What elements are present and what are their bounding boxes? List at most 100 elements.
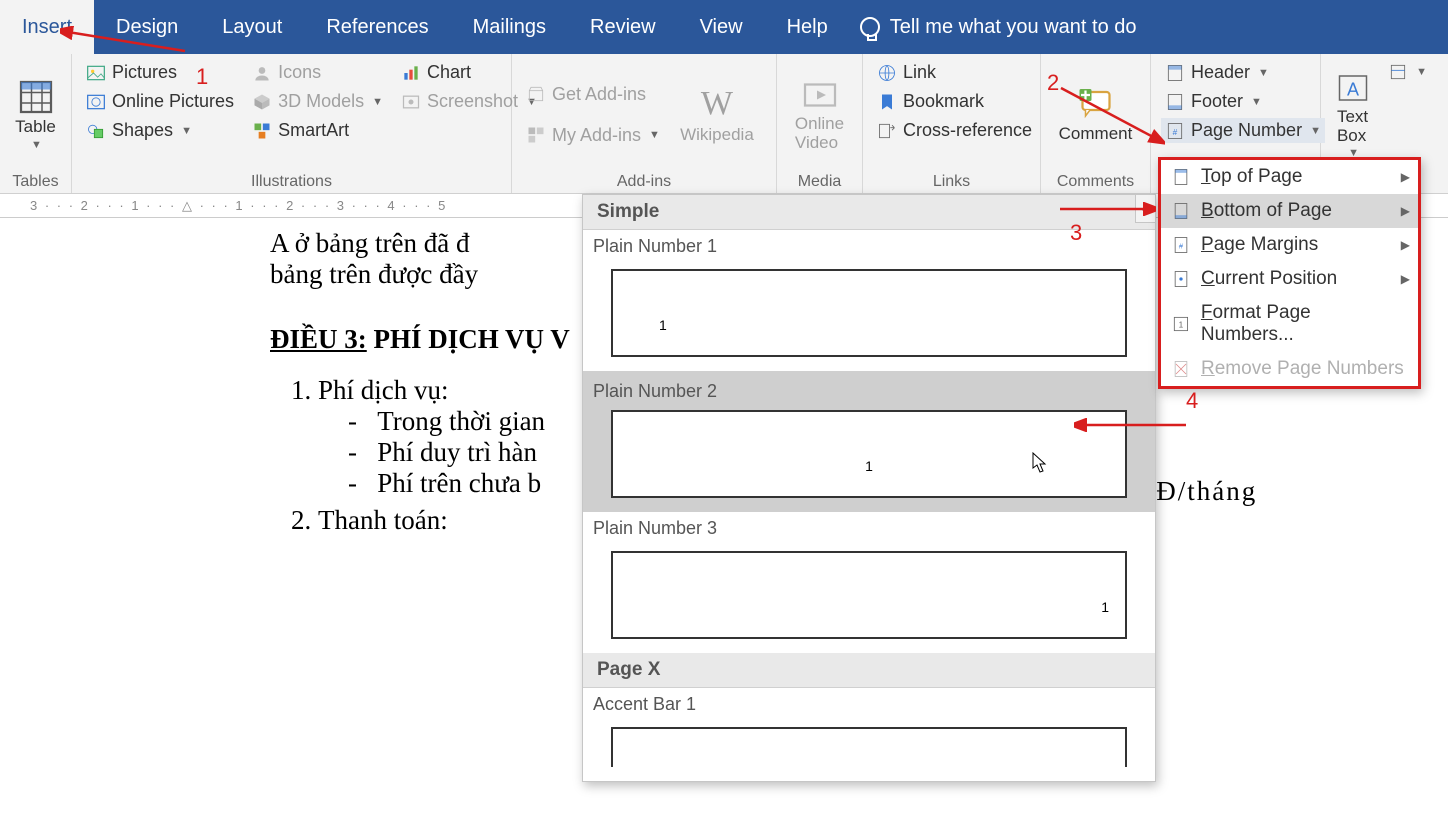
tab-help[interactable]: Help	[765, 0, 850, 54]
3d-models-button[interactable]: 3D Models▼	[248, 89, 387, 114]
wikipedia-button[interactable]: W Wikipedia	[674, 60, 760, 169]
menu-label: ottom of Page	[1214, 200, 1332, 221]
bookmark-label: Bookmark	[903, 91, 984, 112]
online-pictures-button[interactable]: Online Pictures	[82, 89, 238, 114]
footer-button[interactable]: Footer▼	[1161, 89, 1325, 114]
gallery-item-plain2[interactable]: Plain Number 2 1	[583, 371, 1155, 512]
tab-review[interactable]: Review	[568, 0, 678, 54]
annotation-arrow-3	[1056, 202, 1156, 216]
smartart-icon	[252, 121, 272, 141]
icons-icon	[252, 63, 272, 83]
cube-icon	[252, 92, 272, 112]
crossref-button[interactable]: Cross-reference	[873, 118, 1036, 143]
tab-references[interactable]: References	[304, 0, 450, 54]
format-numbers-icon: 1	[1171, 314, 1191, 334]
annotation-arrow-4	[1074, 418, 1194, 432]
chevron-right-icon: ▶	[1401, 204, 1410, 218]
tab-layout[interactable]: Layout	[200, 0, 304, 54]
page-number-gallery: ▲ Simple Plain Number 1 1 Plain Number 2…	[582, 194, 1156, 782]
pictures-button[interactable]: Pictures	[82, 60, 238, 85]
crossref-label: Cross-reference	[903, 120, 1032, 141]
menu-label: ormat Page Numbers...	[1201, 302, 1311, 345]
icons-label: Icons	[278, 62, 321, 83]
table-icon	[18, 79, 54, 115]
chevron-down-icon: ▼	[31, 139, 42, 151]
online-video-label: Online Video	[795, 115, 844, 152]
svg-text:#: #	[1173, 127, 1178, 137]
svg-text:1: 1	[1179, 319, 1184, 329]
screenshot-label: Screenshot	[427, 91, 518, 112]
tell-me-label: Tell me what you want to do	[890, 16, 1137, 39]
header-icon	[1165, 63, 1185, 83]
doc-line: Trong thời gian	[377, 406, 545, 436]
page-number-button[interactable]: # Page Number▼	[1161, 118, 1325, 143]
doc-line: Phí duy trì hàn	[377, 437, 537, 467]
table-button[interactable]: Table ▼	[10, 60, 61, 169]
chevron-down-icon: ▼	[1416, 66, 1427, 78]
gallery-item-label: Accent Bar 1	[583, 688, 1155, 719]
bookmark-icon	[877, 92, 897, 112]
chevron-down-icon: ▼	[372, 96, 383, 108]
ribbon-tabs: Insert Design Layout References Mailings…	[0, 0, 1448, 54]
menu-top-of-page[interactable]: Top of Page ▶	[1161, 160, 1418, 194]
group-links-label: Links	[873, 169, 1030, 191]
tab-mailings[interactable]: Mailings	[451, 0, 568, 54]
get-addins-button[interactable]: Get Add-ins	[522, 82, 664, 107]
remove-numbers-icon	[1171, 359, 1191, 379]
header-button[interactable]: Header▼	[1161, 60, 1325, 85]
crossref-icon	[877, 121, 897, 141]
current-position-icon	[1171, 269, 1191, 289]
chevron-right-icon: ▶	[1401, 238, 1410, 252]
mouse-cursor-icon	[1032, 452, 1048, 474]
icons-button[interactable]: Icons	[248, 60, 387, 85]
store-icon	[526, 84, 546, 104]
tab-view[interactable]: View	[678, 0, 765, 54]
menu-format-page-numbers[interactable]: 1 Format Page Numbers...	[1161, 296, 1418, 352]
footer-icon	[1165, 92, 1185, 112]
smartart-button[interactable]: SmartArt	[248, 118, 387, 143]
group-media-label: Media	[787, 169, 852, 191]
gallery-item-plain1[interactable]: 1	[583, 261, 1155, 371]
chevron-down-icon: ▼	[649, 129, 660, 141]
annotation-arrow-1	[60, 26, 190, 56]
menu-remove-page-numbers: Remove Page Numbers	[1161, 352, 1418, 386]
screenshot-icon	[401, 92, 421, 112]
annotation-number-2: 2	[1047, 70, 1059, 96]
quickparts-button[interactable]: ▼	[1384, 60, 1431, 84]
doc-list-item: Phí dịch vụ:	[318, 375, 449, 405]
chart-icon	[401, 63, 421, 83]
shapes-button[interactable]: Shapes▼	[82, 118, 238, 143]
textbox-button[interactable]: A Text Box▼	[1331, 60, 1374, 169]
group-media: Online Video Media	[777, 54, 863, 193]
chevron-down-icon: ▼	[1310, 125, 1321, 137]
link-label: Link	[903, 62, 936, 83]
chevron-right-icon: ▶	[1401, 272, 1410, 286]
group-comments-label: Comments	[1051, 169, 1140, 191]
video-icon	[802, 77, 838, 113]
online-video-button[interactable]: Online Video	[787, 60, 852, 169]
page-number-menu: Top of Page ▶ Bottom of Page ▶ # Page Ma…	[1158, 157, 1421, 389]
footer-label: Footer	[1191, 91, 1243, 112]
bookmark-button[interactable]: Bookmark	[873, 89, 1036, 114]
menu-bottom-of-page[interactable]: Bottom of Page ▶	[1161, 194, 1418, 228]
menu-label: op of Page	[1211, 166, 1303, 187]
svg-text:#: #	[1179, 241, 1184, 250]
wikipedia-icon: W	[701, 85, 733, 123]
annotation-number-4: 4	[1186, 388, 1198, 414]
page-margins-icon: #	[1171, 235, 1191, 255]
my-addins-label: My Add-ins	[552, 125, 641, 146]
tell-me-search[interactable]: Tell me what you want to do	[850, 0, 1159, 54]
menu-current-position[interactable]: Current Position ▶	[1161, 262, 1418, 296]
group-addins-label: Add-ins	[522, 169, 766, 191]
annotation-number-1: 1	[196, 64, 208, 90]
textbox-icon: A	[1335, 70, 1371, 106]
group-tables-label: Tables	[10, 169, 61, 191]
group-links: Link Bookmark Cross-reference Links	[863, 54, 1041, 193]
gallery-item-accent1[interactable]	[583, 719, 1155, 781]
online-pictures-label: Online Pictures	[112, 91, 234, 112]
menu-label: age Margins	[1214, 234, 1319, 255]
gallery-item-plain3[interactable]: 1	[583, 543, 1155, 653]
link-button[interactable]: Link	[873, 60, 1036, 85]
menu-page-margins[interactable]: # Page Margins ▶	[1161, 228, 1418, 262]
my-addins-button[interactable]: My Add-ins ▼	[522, 123, 664, 148]
